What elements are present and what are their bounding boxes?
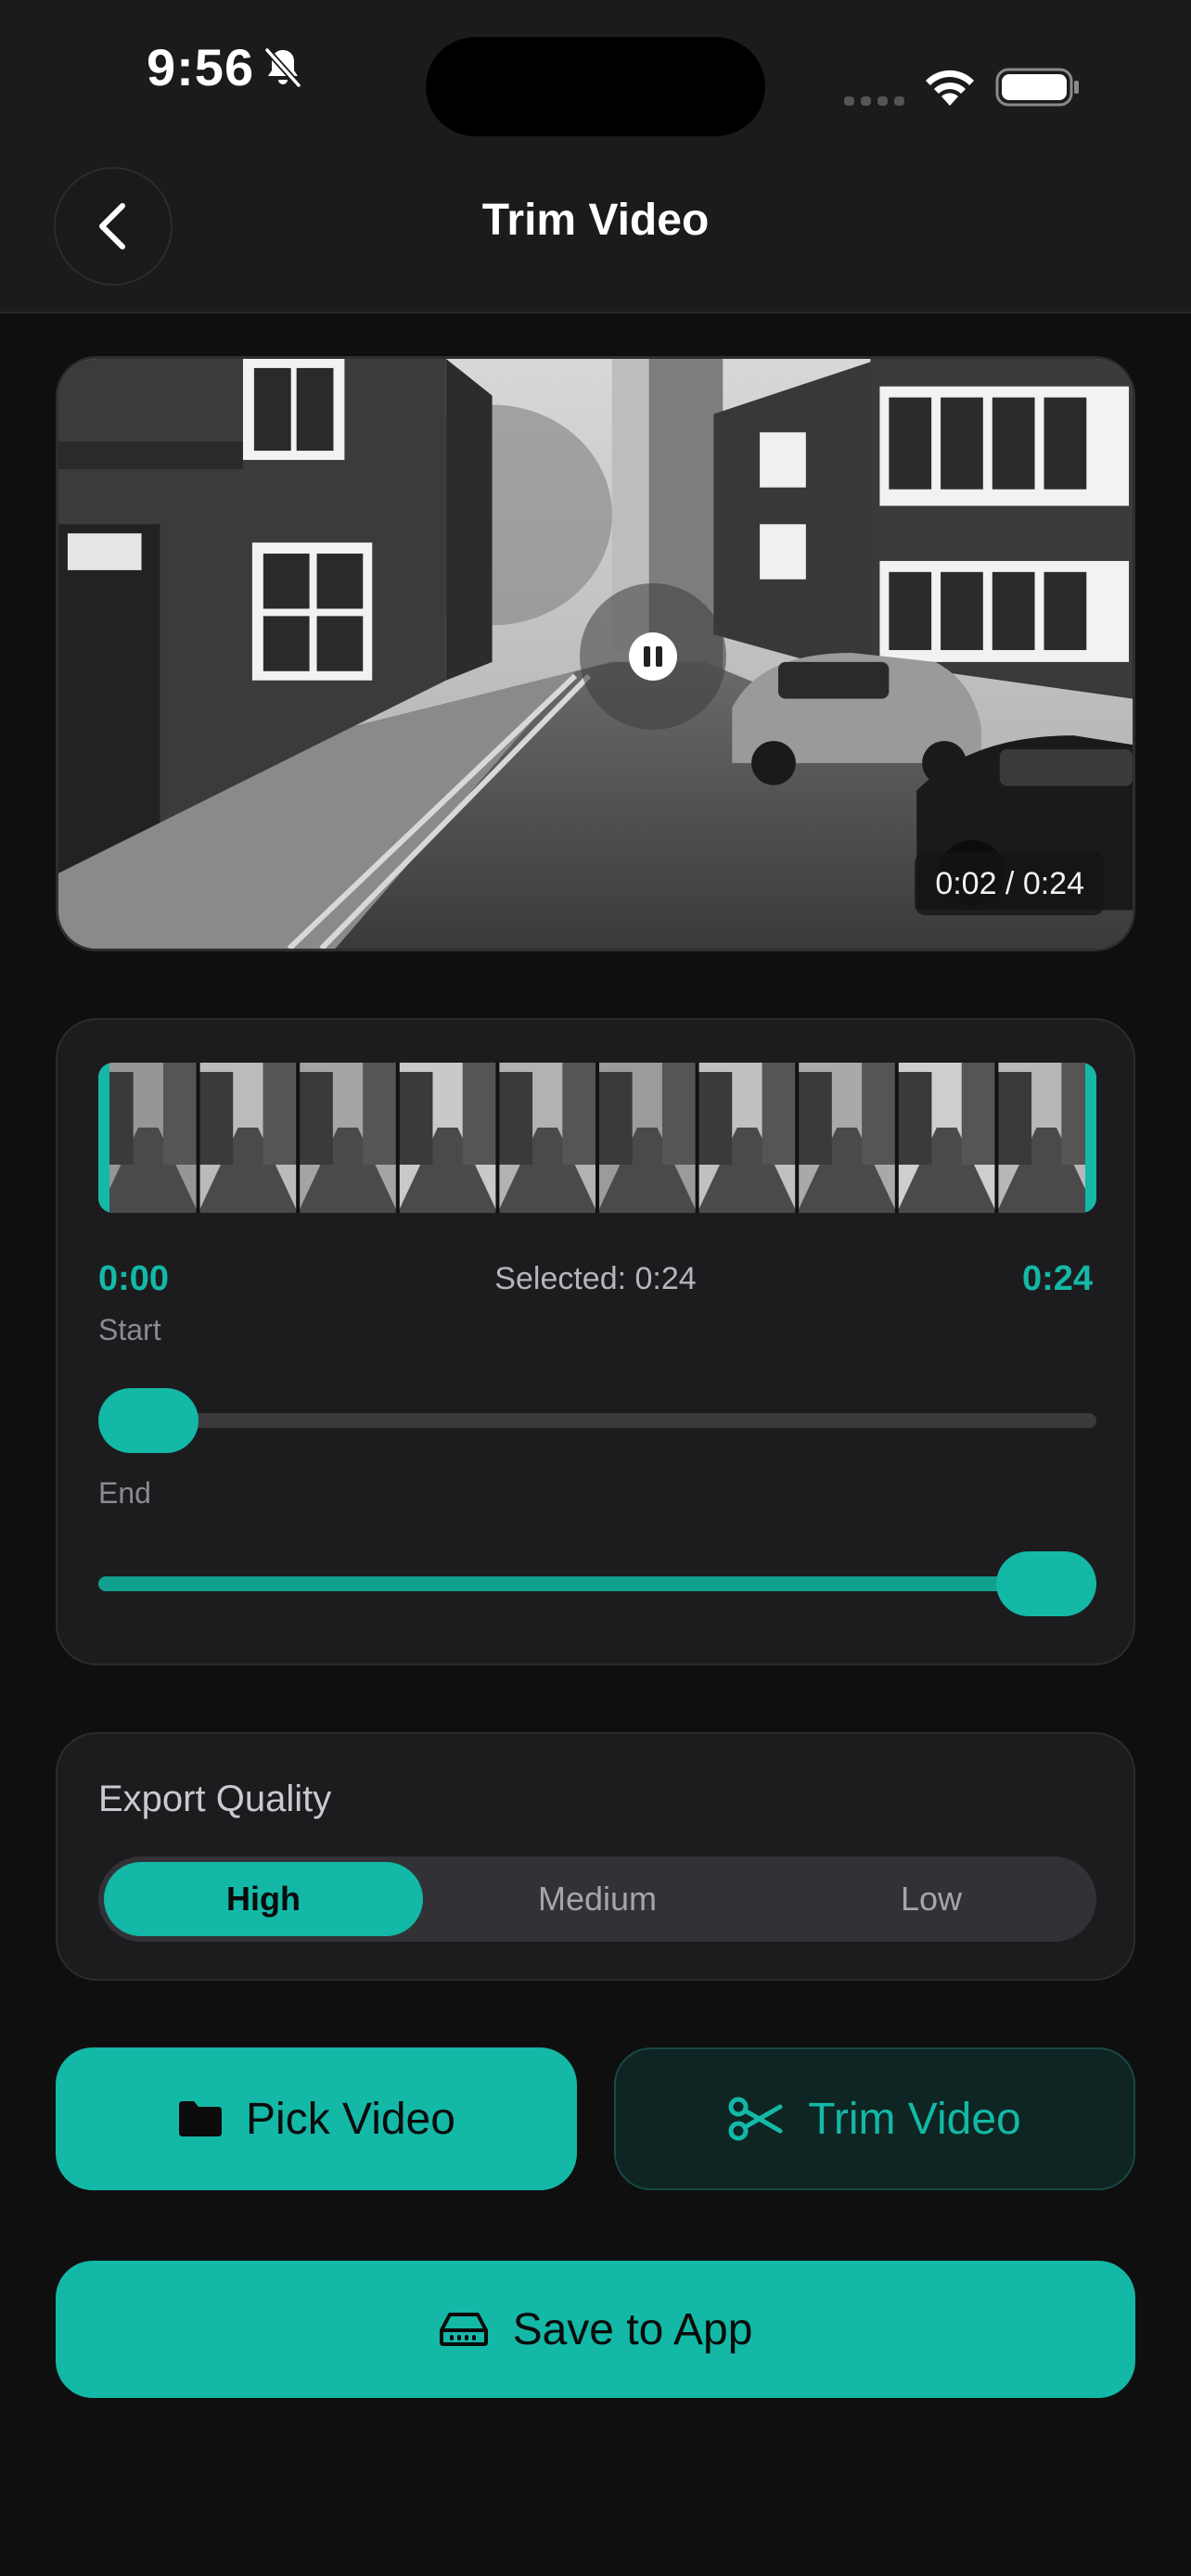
filmstrip-frame <box>98 1063 198 1213</box>
filmstrip-frame <box>596 1063 698 1213</box>
quality-option-medium[interactable]: Medium <box>438 1862 757 1936</box>
page-title: Trim Video <box>481 196 710 245</box>
end-slider-thumb[interactable] <box>996 1551 1096 1616</box>
trim-selected-duration: Selected: 0:24 <box>494 1261 697 1296</box>
trim-video-label: Trim Video <box>808 2094 1021 2144</box>
pick-video-button[interactable]: Pick Video <box>56 2047 577 2190</box>
start-slider-thumb[interactable] <box>98 1388 198 1453</box>
trim-video-screen: 9:56 Trim Video 0:02 / 0:24 0:00 Selecte… <box>0 0 1191 2576</box>
export-quality-panel: Export Quality High Medium Low <box>56 1732 1135 1981</box>
scissors-icon <box>728 2097 783 2141</box>
filmstrip-frame <box>994 1063 1096 1213</box>
filmstrip-start-handle[interactable] <box>98 1063 109 1213</box>
video-player[interactable]: 0:02 / 0:24 <box>56 356 1135 951</box>
battery-icon <box>995 68 1079 107</box>
filmstrip-end-handle[interactable] <box>1085 1063 1096 1213</box>
filmstrip-frame <box>395 1063 498 1213</box>
trim-panel: 0:00 Selected: 0:24 0:24 Start End <box>56 1018 1135 1665</box>
quality-option-low[interactable]: Low <box>772 1862 1091 1936</box>
bell-slash-icon <box>264 47 301 88</box>
end-slider-track[interactable] <box>98 1576 1096 1591</box>
pause-button[interactable] <box>580 583 726 730</box>
playback-time: 0:02 / 0:24 <box>915 852 1105 915</box>
header: 9:56 Trim Video <box>0 0 1191 313</box>
filmstrip-frame <box>795 1063 897 1213</box>
dynamic-island <box>426 37 765 136</box>
end-slider-fill <box>98 1576 1046 1591</box>
wifi-icon <box>926 70 974 106</box>
export-quality-title: Export Quality <box>98 1779 332 1819</box>
quality-segmented-control: High Medium Low <box>98 1856 1096 1942</box>
filmstrip-frame <box>196 1063 299 1213</box>
filmstrip-frame <box>894 1063 997 1213</box>
pause-icon <box>629 632 677 681</box>
end-slider-label: End <box>98 1476 151 1510</box>
status-time: 9:56 <box>147 38 255 96</box>
start-slider-track[interactable] <box>98 1413 1096 1428</box>
save-to-app-button[interactable]: Save to App <box>56 2261 1135 2398</box>
quality-option-high[interactable]: High <box>104 1862 423 1936</box>
pick-video-label: Pick Video <box>246 2094 455 2144</box>
filmstrip-frame <box>296 1063 398 1213</box>
filmstrip-frames <box>98 1063 1096 1213</box>
drive-icon <box>439 2313 488 2346</box>
folder-icon <box>179 2101 223 2136</box>
start-slider-label: Start <box>98 1313 161 1346</box>
cellular-signal-icon <box>844 96 904 106</box>
filmstrip-frame <box>495 1063 597 1213</box>
trim-end-time: 0:24 <box>1021 1259 1093 1298</box>
trim-video-button[interactable]: Trim Video <box>614 2047 1135 2190</box>
filmstrip-frame <box>695 1063 798 1213</box>
filmstrip[interactable] <box>98 1063 1096 1213</box>
save-to-app-label: Save to App <box>512 2304 753 2354</box>
